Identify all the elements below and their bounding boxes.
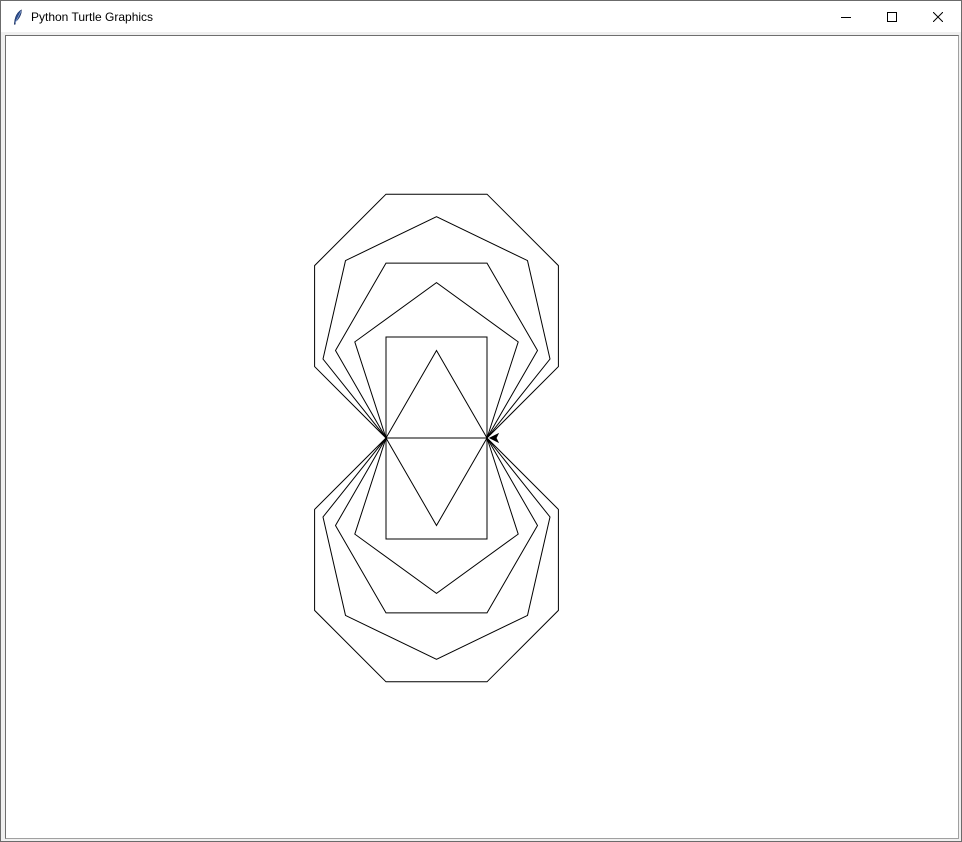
polygon-shape [385, 437, 488, 540]
window-controls [823, 1, 961, 32]
polygon-shape [354, 281, 519, 439]
maximize-button[interactable] [869, 1, 915, 32]
polygon-shape [385, 349, 488, 439]
polygon-shape [314, 193, 559, 439]
close-button[interactable] [915, 1, 961, 32]
feather-icon [10, 8, 26, 25]
maximize-icon [887, 11, 897, 22]
polygon-shape [385, 336, 488, 439]
turtle-canvas[interactable] [5, 35, 959, 839]
minimize-icon [841, 16, 851, 18]
title-bar[interactable]: Python Turtle Graphics [1, 1, 961, 32]
polygon-shape [385, 437, 488, 527]
turtle-window: Python Turtle Graphics [0, 0, 962, 842]
window-title: Python Turtle Graphics [31, 9, 154, 24]
polygon-shape [322, 216, 551, 439]
polygon-shape [322, 437, 551, 660]
minimize-button[interactable] [823, 1, 869, 32]
close-icon [933, 11, 943, 22]
arrow-cursor-icon [488, 432, 500, 444]
polygon-shape [354, 437, 519, 595]
drawing-surface [314, 193, 559, 683]
polygon-shape [314, 437, 559, 683]
